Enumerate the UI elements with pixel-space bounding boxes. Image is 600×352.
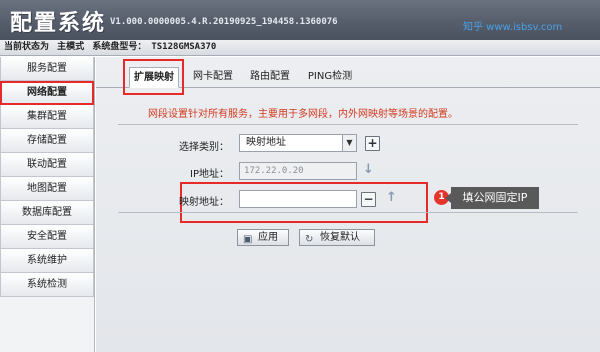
sidebar-item-maintenance[interactable]: 系统维护 [0, 249, 94, 273]
type-select[interactable]: 映射地址 ▼ [239, 134, 357, 152]
type-label: 选择类别： [179, 142, 229, 153]
status-label: 当前状态为 [4, 42, 50, 52]
sidebar-item-database[interactable]: 数据库配置 [0, 201, 94, 225]
type-select-value: 映射地址 [246, 137, 286, 148]
minus-icon: − [363, 192, 374, 206]
tab-route-config[interactable]: 路由配置 [246, 67, 294, 88]
ip-field: 172.22.0.20 [239, 162, 357, 180]
sidebar-item-service[interactable]: 服务配置 [0, 57, 94, 81]
annotation-callout: 填公网固定IP [445, 187, 539, 209]
sidebar-item-network[interactable]: 网络配置 [0, 81, 94, 105]
arrow-down-icon[interactable]: ↓ [363, 162, 374, 177]
apply-button-label: 应用 [258, 232, 278, 243]
tab-nic-config[interactable]: 网卡配置 [189, 67, 237, 88]
mapping-address-input[interactable] [239, 190, 357, 208]
arrow-up-icon[interactable]: ↑ [386, 190, 397, 205]
main-panel: 扩展映射 网卡配置 路由配置 PING检测 网段设置针对所有服务，主要用于多网段… [96, 57, 600, 352]
watermark: 知乎 www.isbsv.com [463, 22, 563, 33]
restore-icon: ↻ [305, 234, 314, 245]
sidebar-item-map[interactable]: 地图配置 [0, 177, 94, 201]
sidebar-item-linkage[interactable]: 联动配置 [0, 153, 94, 177]
sidebar-item-storage[interactable]: 存储配置 [0, 129, 94, 153]
save-icon: ▣ [243, 234, 253, 245]
plus-icon: + [367, 136, 378, 150]
sidebar-item-detection[interactable]: 系统检测 [0, 273, 94, 297]
ip-label: IP地址： [190, 169, 229, 180]
sidebar: 服务配置 网络配置 集群配置 存储配置 联动配置 地图配置 数据库配置 安全配置… [0, 57, 95, 352]
sidebar-item-security[interactable]: 安全配置 [0, 225, 94, 249]
status-mode: 主模式 [57, 42, 85, 52]
tab-highlight-box [123, 59, 184, 95]
divider-top [118, 124, 578, 125]
notice-text: 网段设置针对所有服务，主要用于多网段，内外网映射等场景的配置。 [148, 109, 458, 120]
restore-default-button[interactable]: ↻ 恢复默认 [299, 229, 375, 246]
model-label: 系统盘型号： [92, 42, 147, 52]
tab-ping-check[interactable]: PING检测 [302, 67, 358, 88]
restore-button-label: 恢复默认 [320, 232, 360, 243]
app-title: 配置系统 [10, 11, 107, 36]
remove-button[interactable]: − [361, 192, 376, 207]
apply-button[interactable]: ▣ 应用 [237, 229, 289, 246]
mapping-label: 映射地址： [179, 197, 229, 208]
app-header: 配置系统 V1.000.0000005.4.R.20190925_194458.… [0, 0, 600, 40]
add-button[interactable]: + [365, 136, 380, 151]
chevron-down-icon[interactable]: ▼ [342, 135, 356, 151]
status-bar: 当前状态为 主模式 系统盘型号： TS128GMSA370 [0, 40, 600, 56]
app-version: V1.000.0000005.4.R.20190925_194458.13600… [110, 17, 338, 27]
sidebar-item-cluster[interactable]: 集群配置 [0, 105, 94, 129]
model-value: TS128GMSA370 [151, 42, 217, 52]
divider-bottom [118, 212, 578, 213]
